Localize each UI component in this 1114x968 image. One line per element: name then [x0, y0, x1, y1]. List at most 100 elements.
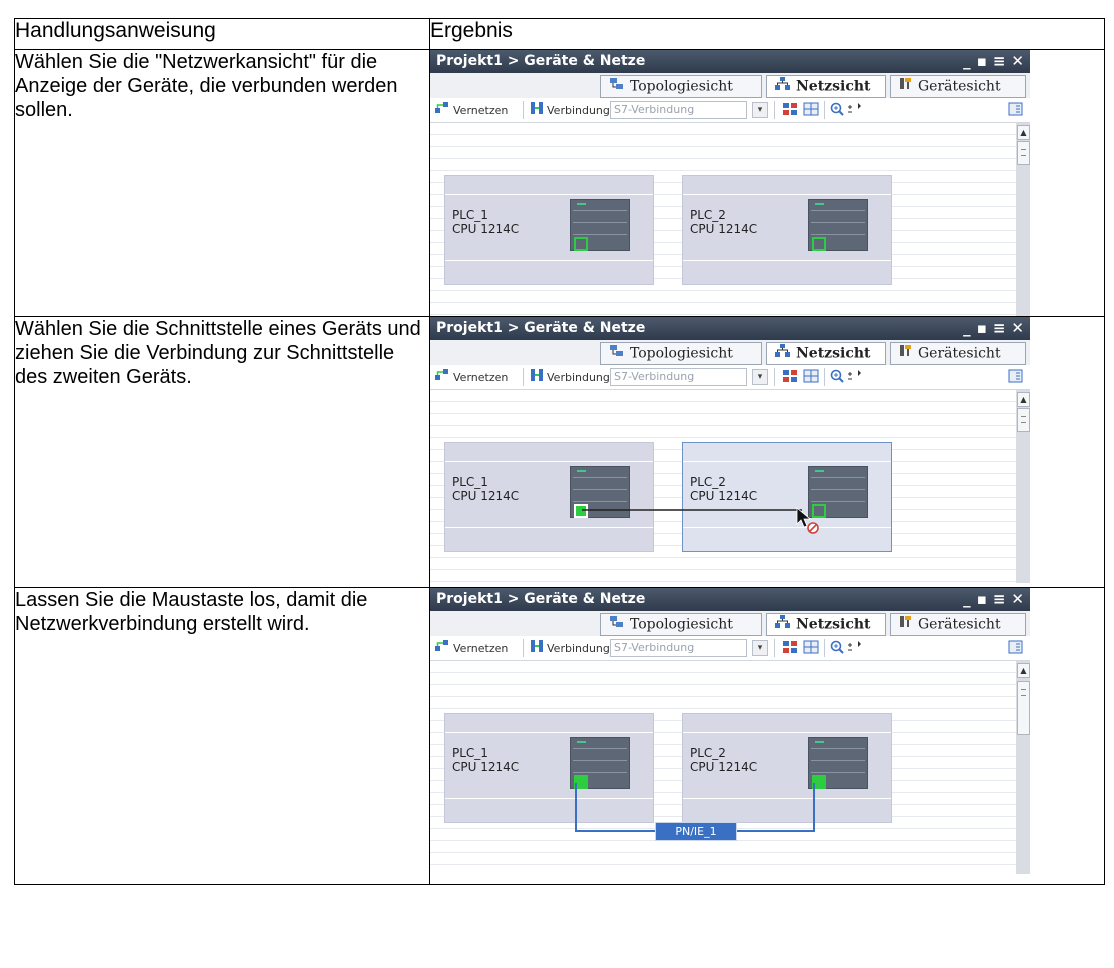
network-button[interactable]: Vernetzen: [434, 639, 508, 657]
device-stripe: [683, 461, 891, 462]
tab-device[interactable]: Gerätesicht: [890, 613, 1026, 636]
profinet-port[interactable]: [574, 504, 588, 518]
vertical-scrollbar[interactable]: ▲: [1016, 390, 1030, 583]
tile-button[interactable]: ≡: [993, 52, 1006, 70]
tile-button[interactable]: ≡: [993, 590, 1006, 608]
zoom-button[interactable]: [830, 368, 866, 386]
connection-type-select[interactable]: S7-Verbindung: [610, 101, 747, 119]
scroll-up-icon[interactable]: ▲: [1017, 663, 1030, 678]
tab-topology[interactable]: Topologiesicht: [600, 613, 762, 636]
network-canvas[interactable]: PLC_1 CPU 1214C PLC_2 CPU 1214C: [430, 661, 1016, 874]
vertical-scrollbar[interactable]: ▲: [1016, 123, 1030, 316]
tab-network-label: Netzsicht: [796, 616, 871, 633]
scroll-thumb[interactable]: [1017, 408, 1030, 432]
device-plc-2[interactable]: PLC_2 CPU 1214C: [682, 175, 892, 285]
module-line: [811, 234, 865, 235]
network-canvas[interactable]: PLC_1 CPU 1214C PLC_2 CPU 1214C: [430, 390, 1016, 583]
device-label: PLC_2 CPU 1214C: [690, 208, 757, 236]
window-controls: _ ▪ ≡ ✕: [963, 52, 1024, 70]
cpu-module[interactable]: [570, 737, 630, 789]
device-plc-1[interactable]: PLC_1 CPU 1214C: [444, 713, 654, 823]
connection-type-select[interactable]: S7-Verbindung: [610, 639, 747, 657]
device-stripe: [445, 461, 653, 462]
close-button[interactable]: ✕: [1011, 52, 1024, 70]
table-row: Wählen Sie die Schnittstelle eines Gerät…: [14, 316, 1105, 588]
view-tabs: Topologiesicht Netzsicht Gerätesicht: [430, 611, 1030, 636]
header-result: Ergebnis: [429, 18, 1105, 50]
tab-topology-label: Topologiesicht: [630, 78, 733, 95]
toolbar-separator: [774, 101, 775, 119]
highlight-button[interactable]: [782, 368, 798, 386]
network-button[interactable]: Vernetzen: [434, 368, 508, 386]
profinet-port[interactable]: [812, 237, 826, 251]
tab-topology[interactable]: Topologiesicht: [600, 75, 762, 98]
panel-button[interactable]: [1008, 101, 1024, 119]
cpu-module[interactable]: [570, 466, 630, 518]
tab-device[interactable]: Gerätesicht: [890, 75, 1026, 98]
close-button[interactable]: ✕: [1011, 590, 1024, 608]
panel-button[interactable]: [1008, 368, 1024, 386]
device-stripe: [445, 260, 653, 261]
device-plc-2[interactable]: PLC_2 CPU 1214C: [682, 442, 892, 552]
grid-button[interactable]: [803, 639, 819, 657]
toolbar-separator: [824, 101, 825, 119]
highlight-button[interactable]: [782, 101, 798, 119]
chevron-down-icon[interactable]: ▾: [752, 369, 768, 385]
tab-topology-label: Topologiesicht: [630, 616, 733, 633]
device-cpu: CPU 1214C: [690, 489, 758, 503]
toolbar-separator: [523, 639, 524, 657]
profinet-port[interactable]: [574, 237, 588, 251]
scroll-up-icon[interactable]: ▲: [1017, 392, 1030, 407]
device-icon: [899, 614, 912, 635]
close-button[interactable]: ✕: [1011, 319, 1024, 337]
profinet-port[interactable]: [812, 775, 826, 789]
minimize-button[interactable]: _: [963, 52, 971, 70]
device-stripe: [445, 527, 653, 528]
grid-button[interactable]: [803, 368, 819, 386]
minimize-button[interactable]: _: [963, 590, 971, 608]
device-stripe: [683, 732, 891, 733]
tab-topology[interactable]: Topologiesicht: [600, 342, 762, 365]
chevron-down-icon[interactable]: ▾: [752, 640, 768, 656]
profinet-port[interactable]: [812, 504, 826, 518]
profinet-port[interactable]: [574, 775, 588, 789]
tab-device[interactable]: Gerätesicht: [890, 342, 1026, 365]
instruction-text: Wählen Sie die "Netzwerkansicht" für die…: [14, 49, 430, 317]
scroll-thumb[interactable]: [1017, 681, 1030, 735]
minimize-button[interactable]: _: [963, 319, 971, 337]
cpu-module[interactable]: [570, 199, 630, 251]
tab-topology-label: Topologiesicht: [630, 345, 733, 362]
zoom-button[interactable]: [830, 101, 866, 119]
panel-button[interactable]: [1008, 639, 1024, 657]
device-plc-1[interactable]: PLC_1 CPU 1214C: [444, 175, 654, 285]
toolbar-separator: [523, 101, 524, 119]
cpu-module[interactable]: [808, 199, 868, 251]
result-cell: Projekt1 > Geräte & Netze _ ▪ ≡ ✕ Topolo…: [429, 316, 1105, 588]
device-plc-2[interactable]: PLC_2 CPU 1214C: [682, 713, 892, 823]
scroll-up-icon[interactable]: ▲: [1017, 125, 1030, 140]
tile-button[interactable]: ≡: [993, 319, 1006, 337]
vertical-scrollbar[interactable]: ▲: [1016, 661, 1030, 874]
view-tabs: Topologiesicht Netzsicht Gerätesicht: [430, 73, 1030, 98]
module-line: [811, 772, 865, 773]
scroll-thumb[interactable]: [1017, 141, 1030, 165]
tab-network[interactable]: Netzsicht: [766, 75, 886, 98]
chevron-down-icon[interactable]: ▾: [752, 102, 768, 118]
highlight-button[interactable]: [782, 639, 798, 657]
tab-network[interactable]: Netzsicht: [766, 613, 886, 636]
restore-button[interactable]: ▪: [977, 319, 987, 337]
network-canvas[interactable]: PLC_1 CPU 1214C PLC_2 CPU 1214C: [430, 123, 1016, 316]
connection-type-select[interactable]: S7-Verbindung: [610, 368, 747, 386]
restore-button[interactable]: ▪: [977, 52, 987, 70]
network-button[interactable]: Vernetzen: [434, 101, 508, 119]
grid-button[interactable]: [803, 101, 819, 119]
cpu-module[interactable]: [808, 737, 868, 789]
module-line: [811, 760, 865, 761]
tab-network[interactable]: Netzsicht: [766, 342, 886, 365]
cpu-module[interactable]: [808, 466, 868, 518]
restore-button[interactable]: ▪: [977, 590, 987, 608]
network-label[interactable]: PN/IE_1: [655, 822, 737, 841]
device-plc-1[interactable]: PLC_1 CPU 1214C: [444, 442, 654, 552]
zoom-button[interactable]: [830, 639, 866, 657]
network-toolbar: Vernetzen Verbindungen S7-Verbindung ▾: [430, 636, 1030, 661]
